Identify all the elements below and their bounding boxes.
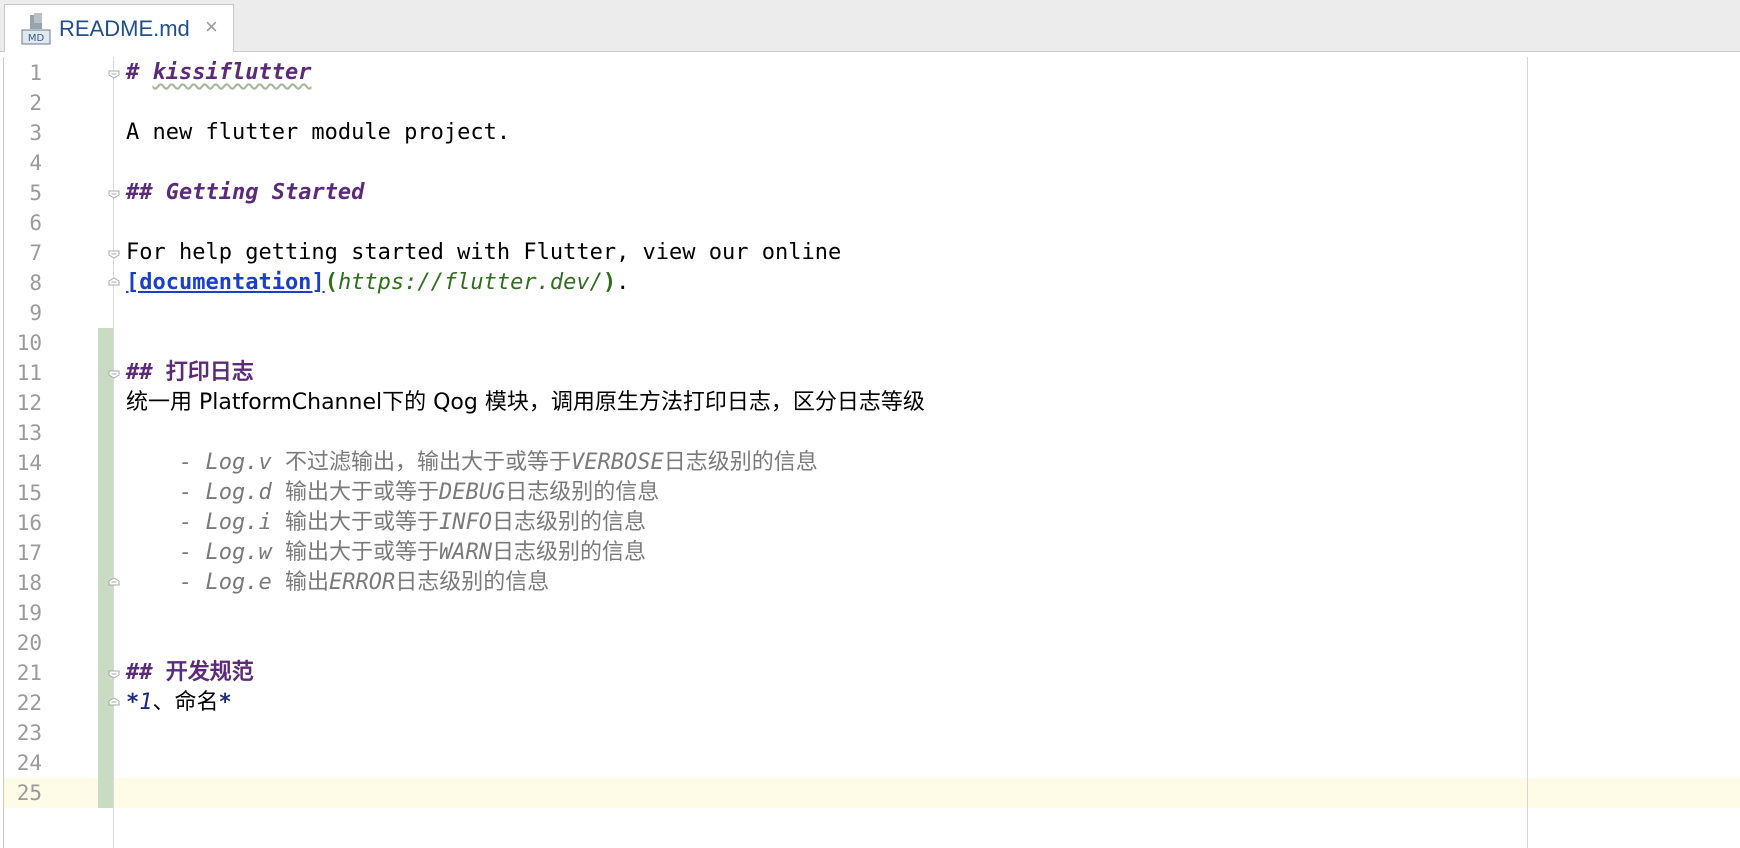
heading-marker: ## — [126, 660, 166, 685]
editor-line-11: 11 ## 打印日志 — [0, 358, 1740, 388]
editor-line-16: 16 - Log.i 输出大于或等于INFO日志级别的信息 — [0, 508, 1740, 538]
svg-text:MD: MD — [28, 33, 45, 44]
emphasis-text: *1、命名* — [126, 690, 232, 715]
list-item: - Log.v 不过滤输出，输出大于或等于VERBOSE日志级别的信息 — [126, 450, 818, 475]
fold-toggle-icon[interactable] — [108, 277, 120, 289]
fold-toggle-icon[interactable] — [108, 187, 120, 199]
line-number: 24 — [16, 751, 42, 775]
heading-text: 开发规范 — [165, 660, 254, 685]
heading-marker: ## — [126, 360, 166, 385]
tab-filename: README.md — [59, 16, 190, 41]
list-item: - Log.w 输出大于或等于WARN日志级别的信息 — [126, 540, 646, 565]
editor-line-6: 6 — [0, 208, 1740, 238]
heading-marker: ## — [126, 180, 166, 205]
line-number: 12 — [16, 391, 42, 415]
editor-tab-bar: MD README.md × — [0, 0, 1740, 52]
editor-line-18: 18 - Log.e 输出ERROR日志级别的信息 — [0, 568, 1740, 598]
line-number: 7 — [29, 241, 42, 265]
editor-line-10: 10 — [0, 328, 1740, 358]
editor-line-13: 13 — [0, 418, 1740, 448]
line-number: 9 — [29, 301, 42, 325]
line-number: 18 — [16, 571, 42, 595]
line-number: 19 — [16, 601, 42, 625]
line-number: 5 — [29, 181, 42, 205]
fold-toggle-icon[interactable] — [108, 577, 120, 589]
editor-line-2: 2 — [0, 88, 1740, 118]
line-number: 14 — [16, 451, 42, 475]
paragraph-text: For help getting started with Flutter, v… — [126, 240, 842, 265]
line-number: 22 — [16, 691, 42, 715]
line-number: 1 — [29, 61, 42, 85]
fold-toggle-icon[interactable] — [108, 367, 120, 379]
line-number: 3 — [29, 121, 42, 145]
fold-toggle-icon[interactable] — [108, 697, 120, 709]
editor-line-19: 19 — [0, 598, 1740, 628]
line-number: 4 — [29, 151, 42, 175]
editor-line-1: 1 # kissiflutter — [0, 58, 1740, 88]
line-number: 2 — [29, 91, 42, 115]
line-number: 21 — [16, 661, 42, 685]
editor-line-14: 14 - Log.v 不过滤输出，输出大于或等于VERBOSE日志级别的信息 — [0, 448, 1740, 478]
tab-readme[interactable]: MD README.md × — [4, 4, 234, 52]
line-number: 25 — [16, 781, 42, 805]
editor-line-9: 9 — [0, 298, 1740, 328]
editor-line-4: 4 — [0, 148, 1740, 178]
line-number: 10 — [16, 331, 42, 355]
line-number: 13 — [16, 421, 42, 445]
line-number: 23 — [16, 721, 42, 745]
close-tab-icon[interactable]: × — [205, 15, 218, 39]
link-url[interactable]: https://flutter.dev/ — [338, 270, 603, 295]
line-number: 11 — [16, 361, 42, 385]
code-editor[interactable]: 1 # kissiflutter 2 3 A new flutter modul… — [0, 57, 1740, 848]
heading-marker: # — [126, 60, 153, 85]
line-number: 16 — [16, 511, 42, 535]
list-item: - Log.e 输出ERROR日志级别的信息 — [126, 570, 550, 595]
editor-line-17: 17 - Log.w 输出大于或等于WARN日志级别的信息 — [0, 538, 1740, 568]
line-number: 20 — [16, 631, 42, 655]
markdown-link[interactable]: [documentation] — [126, 270, 325, 295]
line-number: 15 — [16, 481, 42, 505]
editor-line-3: 3 A new flutter module project. — [0, 118, 1740, 148]
editor-line-5: 5 ## Getting Started — [0, 178, 1740, 208]
link-tail: . — [616, 270, 630, 295]
heading-text: 打印日志 — [165, 360, 254, 385]
link-paren-close: ) — [602, 270, 617, 295]
markdown-file-icon: MD — [21, 13, 51, 45]
fold-toggle-icon[interactable] — [108, 667, 120, 679]
editor-line-21: 21 ## 开发规范 — [0, 658, 1740, 688]
list-item: - Log.i 输出大于或等于INFO日志级别的信息 — [126, 510, 646, 535]
paragraph-text: 统一用 PlatformChannel下的 Qog 模块，调用原生方法打印日志，… — [126, 390, 925, 415]
editor-line-7: 7 For help getting started with Flutter,… — [0, 238, 1740, 268]
heading-text: Getting Started — [165, 180, 365, 205]
editor-line-20: 20 — [0, 628, 1740, 658]
fold-toggle-icon[interactable] — [108, 247, 120, 259]
line-number: 6 — [29, 211, 42, 235]
editor-line-12: 12 统一用 PlatformChannel下的 Qog 模块，调用原生方法打印… — [0, 388, 1740, 418]
line-number: 17 — [16, 541, 42, 565]
editor-line-23: 23 — [0, 718, 1740, 748]
paragraph-text: A new flutter module project. — [126, 120, 511, 145]
line-number: 8 — [29, 271, 42, 295]
editor-line-15: 15 - Log.d 输出大于或等于DEBUG日志级别的信息 — [0, 478, 1740, 508]
editor-line-24: 24 — [0, 748, 1740, 778]
heading-text: kissiflutter — [152, 60, 312, 85]
list-item: - Log.d 输出大于或等于DEBUG日志级别的信息 — [126, 480, 660, 505]
link-paren-open: ( — [324, 270, 338, 295]
editor-line-8: 8 [documentation](https://flutter.dev/). — [0, 268, 1740, 298]
editor-line-25: 25 — [0, 778, 1740, 808]
editor-line-22: 22 *1、命名* — [0, 688, 1740, 718]
fold-toggle-icon[interactable] — [108, 67, 120, 79]
